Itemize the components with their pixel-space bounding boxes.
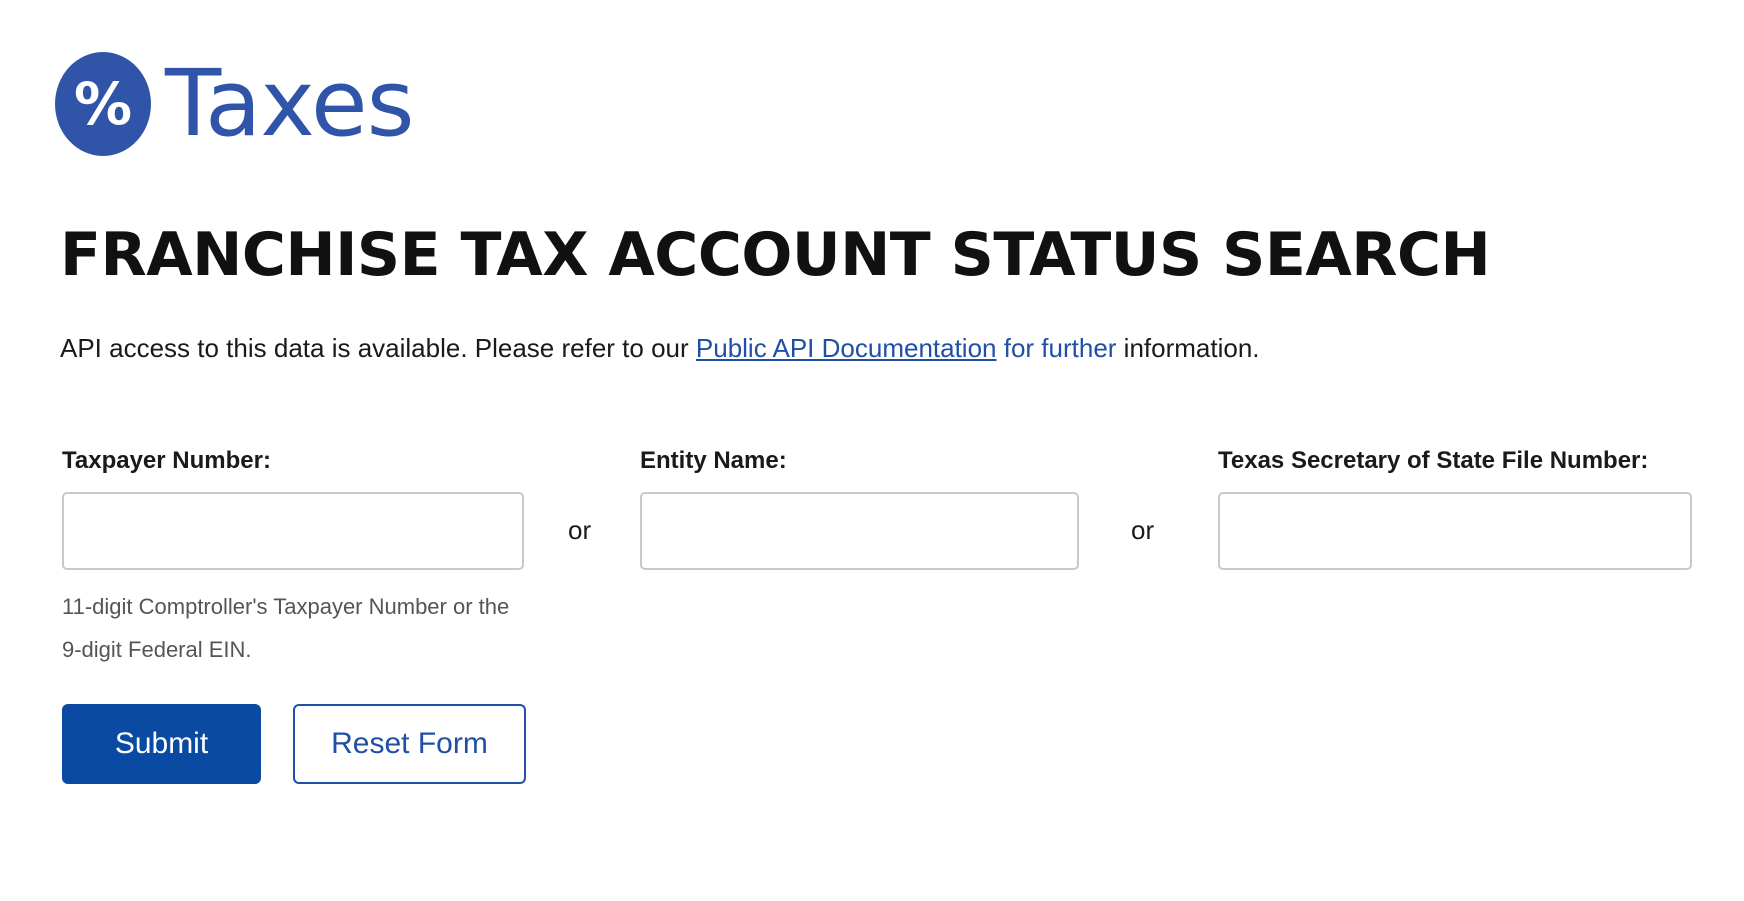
or-separator-2: or — [1131, 515, 1155, 545]
submit-button[interactable]: Submit — [62, 704, 261, 784]
sos-file-number-label: Texas Secretary of State File Number: — [1218, 447, 1649, 474]
page: % Taxes FRANCHISE TAX ACCOUNT STATUS SEA… — [0, 0, 1744, 901]
info-prefix: API access to this data is available. Pl… — [60, 333, 696, 363]
page-title: FRANCHISE TAX ACCOUNT STATUS SEARCH — [60, 220, 1491, 290]
taxpayer-number-input[interactable] — [62, 492, 524, 570]
logo-text: Taxes — [165, 50, 414, 157]
entity-name-input[interactable] — [640, 492, 1079, 570]
entity-name-label: Entity Name: — [640, 447, 787, 474]
api-info-text: API access to this data is available. Pl… — [60, 333, 1260, 364]
reset-form-button[interactable]: Reset Form — [293, 704, 526, 784]
info-suffix: information. — [1116, 333, 1260, 363]
percent-icon: % — [55, 52, 151, 156]
info-link-continuation: for further — [996, 333, 1117, 363]
site-logo[interactable]: % Taxes — [55, 52, 414, 156]
logo-symbol: % — [73, 70, 133, 138]
taxpayer-number-hint: 11-digit Comptroller's Taxpayer Number o… — [62, 594, 510, 662]
or-separator-1: or — [568, 515, 592, 545]
sos-file-number-input[interactable] — [1218, 492, 1692, 570]
public-api-documentation-link[interactable]: Public API Documentation — [696, 333, 997, 363]
taxpayer-number-label: Taxpayer Number: — [62, 447, 271, 474]
